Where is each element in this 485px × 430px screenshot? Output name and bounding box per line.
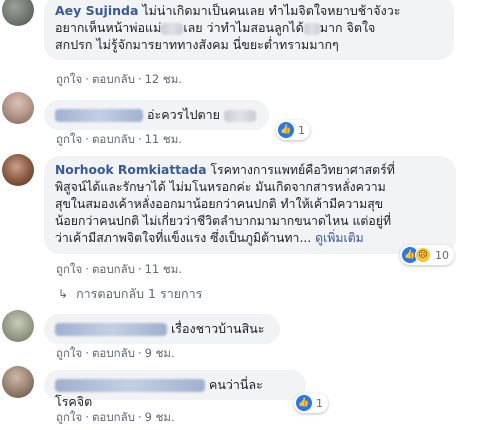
avatar[interactable] (2, 366, 34, 398)
avatar[interactable] (2, 92, 34, 124)
avatar[interactable] (2, 154, 34, 186)
comment-text: โรคทางการแพทย์คือวิทยาศาสตร์ที่ (210, 163, 395, 177)
comment-bubble: Aey Sujinda ไม่น่าเกิดมาเป็นคนเลย ทำไมจิ… (44, 0, 454, 60)
reaction-summary[interactable]: 👍 1 (276, 120, 310, 140)
comment-bubble: Norhook Romkiattada โรคทางการแพทย์คือวิท… (44, 156, 456, 254)
redacted-author (55, 379, 205, 392)
like-link[interactable]: ถูกใจ (56, 262, 82, 276)
reply-link[interactable]: ตอบกลับ (92, 132, 135, 146)
reply-arrow-icon: ↳ (58, 287, 69, 301)
sad-face-icon: ☹ (415, 247, 431, 263)
redacted-author (55, 323, 167, 336)
comment-time[interactable]: 9 ชม. (145, 410, 175, 424)
comment-actions: ถูกใจ · ตอบกลับ · 11 ชม. (56, 132, 182, 146)
like-link[interactable]: ถูกใจ (56, 132, 82, 146)
comment-author[interactable]: Norhook Romkiattada (55, 163, 207, 177)
reply-link[interactable]: ตอบกลับ (92, 346, 135, 360)
comment-bubble: อ่ะควรไปตาย (44, 100, 269, 130)
comment-text: เลย ว่าทำไมสอนลูกได้ (183, 20, 304, 35)
comment-bubble: คนว่านี่ละ โรคจิต (44, 370, 306, 409)
redacted-text (161, 22, 184, 35)
reaction-summary[interactable]: 👍 1 (294, 393, 328, 413)
reply-link[interactable]: ตอบกลับ (92, 72, 135, 86)
thumbs-up-icon: 👍 (278, 122, 294, 138)
reaction-count: 1 (316, 396, 323, 410)
comment-time[interactable]: 9 ชม. (145, 346, 175, 360)
like-link[interactable]: ถูกใจ (56, 72, 82, 86)
comment-author[interactable]: Aey Sujinda (55, 3, 138, 18)
comment-actions: ถูกใจ · ตอบกลับ · 9 ชม. (56, 346, 175, 360)
replies-label[interactable]: การตอบกลับ 1 รายการ (76, 284, 202, 304)
avatar[interactable] (2, 310, 34, 342)
comment-text: อยากเห็นหน้าพ่อแม่ (55, 20, 162, 35)
comment-text: ว่าเค้ามีสภาพจิตใจที่แข็งแรง ซึ่งเป็นภูม… (55, 231, 312, 245)
like-link[interactable]: ถูกใจ (56, 410, 82, 424)
comment-text: สกปรก ไม่รู้จักมารยาททางสังคม นี่ขยะต่ำท… (55, 37, 339, 52)
reply-link[interactable]: ตอบกลับ (92, 262, 135, 276)
comment-time[interactable]: 12 ชม. (145, 72, 182, 86)
comment-actions: ถูกใจ · ตอบกลับ · 9 ชม. (56, 410, 175, 424)
comment-text: มาก จิตใจ (319, 20, 376, 35)
comment-text: สุขในสมองเค้าหลั่งออกมาน้อยกว่าคนปกติ ทำ… (55, 197, 384, 211)
reaction-count: 10 (435, 248, 449, 262)
reply-link[interactable]: ตอบกลับ (92, 410, 135, 424)
comment-text: พิสูจน์ได้และรักษาได้ ไม่มโนหรอกค่ะ มันเ… (55, 180, 386, 194)
comment-time[interactable]: 11 ชม. (145, 262, 182, 276)
redacted-text (223, 109, 256, 122)
comment-actions: ถูกใจ · ตอบกลับ · 11 ชม. (56, 262, 182, 276)
view-replies-link[interactable]: ↳ การตอบกลับ 1 รายการ (58, 284, 202, 304)
see-more-link[interactable]: ดูเพิ่มเติม (315, 231, 364, 245)
redacted-text (303, 22, 320, 35)
like-link[interactable]: ถูกใจ (56, 346, 82, 360)
comment-actions: ถูกใจ · ตอบกลับ · 12 ชม. (56, 72, 182, 86)
thumbs-up-icon: 👍 (296, 395, 312, 411)
comment-text: น้อยกว่าคนปกติ ไม่เกี่ยวว่าชีวิตลำบากมาม… (55, 214, 392, 228)
comment-bubble: เรื่องชาวบ้านสินะ (44, 314, 280, 344)
redacted-author (55, 109, 143, 122)
comment-text: เรื่องชาวบ้านสินะ (170, 321, 265, 336)
reaction-count: 1 (298, 123, 305, 137)
avatar[interactable] (2, 0, 34, 26)
comment-text: ไม่น่าเกิดมาเป็นคนเลย ทำไมจิตใจหยาบช้าจั… (142, 3, 401, 18)
comment-time[interactable]: 11 ชม. (145, 132, 182, 146)
comment-text: อ่ะควรไปตาย (146, 107, 220, 122)
reaction-summary[interactable]: 👍 ☹ 10 (400, 245, 454, 265)
